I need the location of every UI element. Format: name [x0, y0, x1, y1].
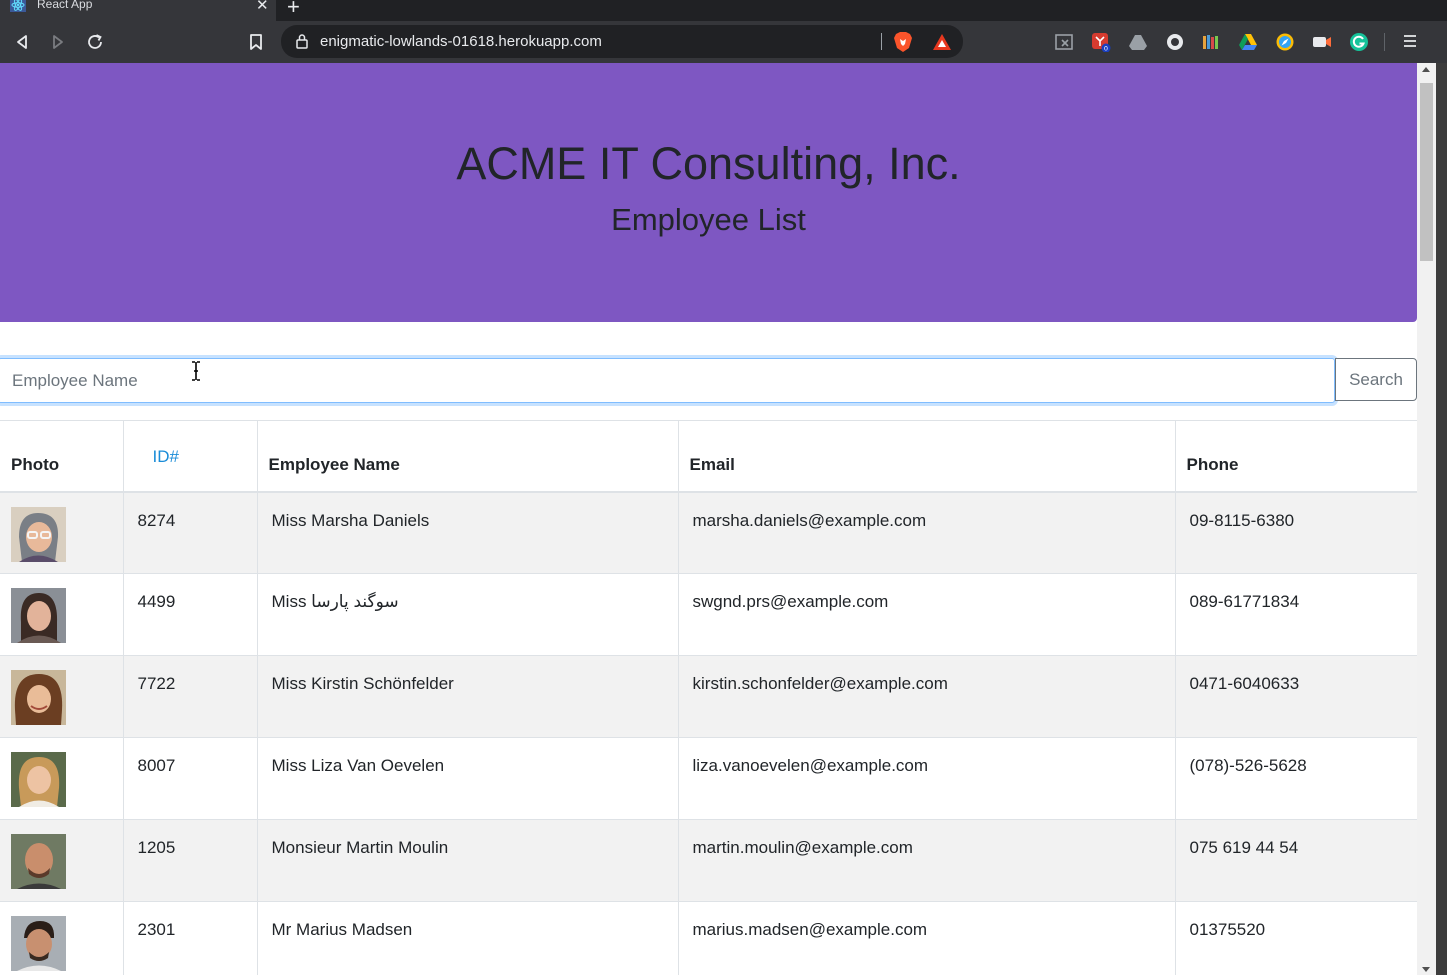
search-button[interactable]: Search	[1335, 358, 1417, 401]
react-logo-icon	[10, 0, 26, 12]
column-header-email: Email	[678, 420, 1176, 493]
id-cell: 7722	[123, 655, 258, 738]
photo-cell	[0, 573, 124, 656]
name-cell: Monsieur Martin Moulin	[257, 819, 679, 902]
screencast-extension-icon[interactable]	[1312, 32, 1332, 52]
photo-cell	[0, 737, 124, 820]
photo-cell	[0, 819, 124, 902]
screenshot-extension-icon[interactable]	[1054, 32, 1074, 52]
table-row: 7722 Miss Kirstin Schönfelder kirstin.sc…	[0, 655, 1417, 738]
phone-cell: 089-61771834	[1175, 573, 1417, 656]
reload-icon[interactable]	[84, 31, 106, 53]
phone-cell: (078)-526-5628	[1175, 737, 1417, 820]
search-form: Search	[0, 358, 1417, 403]
close-icon[interactable]: ✕	[256, 0, 269, 14]
bookshelf-extension-icon[interactable]	[1201, 32, 1221, 52]
tab-title: React App	[37, 0, 93, 11]
column-header-id-sort[interactable]: ID#	[123, 420, 258, 493]
photo-cell	[0, 655, 124, 738]
employee-table: Photo ID# Employee Name Email Phone 8274…	[0, 420, 1417, 975]
table-row: 8274 Miss Marsha Daniels marsha.daniels@…	[0, 491, 1417, 574]
address-bar[interactable]: enigmatic-lowlands-01618.herokuapp.com	[281, 25, 963, 58]
id-cell: 4499	[123, 573, 258, 656]
name-cell: Miss Liza Van Oevelen	[257, 737, 679, 820]
table-row: 4499 Miss سوگند پارسا swgnd.prs@example.…	[0, 573, 1417, 656]
page-viewport: ACME IT Consulting, Inc. Employee List S…	[0, 63, 1417, 975]
google-drive-icon[interactable]	[1238, 32, 1258, 52]
id-cell: 8274	[123, 491, 258, 574]
page-title: ACME IT Consulting, Inc.	[456, 138, 961, 189]
table-header-row: Photo ID# Employee Name Email Phone	[0, 420, 1417, 493]
forward-icon[interactable]	[47, 31, 69, 53]
phone-cell: 0471-6040633	[1175, 655, 1417, 738]
url-text: enigmatic-lowlands-01618.herokuapp.com	[320, 33, 602, 50]
brave-shields-icon[interactable]	[893, 31, 913, 53]
phone-cell: 01375520	[1175, 901, 1417, 975]
name-cell: Miss سوگند پارسا	[257, 573, 679, 656]
drive-extension-icon[interactable]	[1128, 32, 1148, 52]
bookmark-icon[interactable]	[245, 31, 267, 53]
column-header-name: Employee Name	[257, 420, 679, 493]
id-cell: 1205	[123, 819, 258, 902]
divider	[1384, 33, 1385, 51]
menu-icon[interactable]	[1401, 32, 1419, 50]
table-row: 8007 Miss Liza Van Oevelen liza.vanoevel…	[0, 737, 1417, 820]
github-extension-icon[interactable]	[1165, 32, 1185, 52]
employee-photo	[11, 670, 66, 725]
ublock-extension-icon[interactable]: 0	[1091, 32, 1111, 52]
brave-rewards-icon[interactable]	[932, 32, 952, 52]
back-icon[interactable]	[11, 31, 33, 53]
employee-photo	[11, 834, 66, 889]
compass-extension-icon[interactable]	[1275, 32, 1295, 52]
email-cell: kirstin.schonfelder@example.com	[678, 655, 1176, 738]
name-cell: Miss Kirstin Schönfelder	[257, 655, 679, 738]
column-header-phone: Phone	[1175, 420, 1417, 493]
employee-photo	[11, 752, 66, 807]
name-cell: Mr Marius Madsen	[257, 901, 679, 975]
rewards-badge: 0	[1104, 44, 1108, 52]
header-banner: ACME IT Consulting, Inc. Employee List	[0, 63, 1417, 322]
table-row: 2301 Mr Marius Madsen marius.madsen@exam…	[0, 901, 1417, 975]
window-edge	[1436, 63, 1447, 975]
page-scrollbar[interactable]	[1417, 63, 1436, 975]
phone-cell: 075 619 44 54	[1175, 819, 1417, 902]
browser-tab[interactable]: React App ✕	[0, 0, 276, 21]
employee-photo	[11, 916, 66, 971]
phone-cell: 09-8115-6380	[1175, 491, 1417, 574]
scrollbar-thumb[interactable]	[1420, 83, 1433, 261]
photo-cell	[0, 491, 124, 574]
scroll-down-icon[interactable]	[1422, 967, 1430, 972]
lock-icon	[296, 34, 308, 49]
table-row: 1205 Monsieur Martin Moulin martin.mouli…	[0, 819, 1417, 902]
email-cell: marsha.daniels@example.com	[678, 491, 1176, 574]
id-cell: 8007	[123, 737, 258, 820]
scroll-up-icon[interactable]	[1422, 67, 1430, 72]
name-cell: Miss Marsha Daniels	[257, 491, 679, 574]
photo-cell	[0, 901, 124, 975]
column-header-photo: Photo	[0, 420, 124, 493]
text-cursor-icon	[192, 361, 200, 381]
grammarly-icon[interactable]	[1349, 32, 1369, 52]
email-cell: liza.vanoevelen@example.com	[678, 737, 1176, 820]
id-cell: 2301	[123, 901, 258, 975]
page-subtitle: Employee List	[611, 202, 806, 237]
tab-strip: React App ✕ +	[0, 0, 1447, 21]
employee-photo	[11, 506, 66, 562]
email-cell: marius.madsen@example.com	[678, 901, 1176, 975]
browser-toolbar: enigmatic-lowlands-01618.herokuapp.com 0	[0, 21, 1447, 63]
employee-photo	[11, 588, 66, 643]
new-tab-icon[interactable]: +	[287, 0, 300, 20]
email-cell: swgnd.prs@example.com	[678, 573, 1176, 656]
divider	[881, 33, 882, 50]
email-cell: martin.moulin@example.com	[678, 819, 1176, 902]
